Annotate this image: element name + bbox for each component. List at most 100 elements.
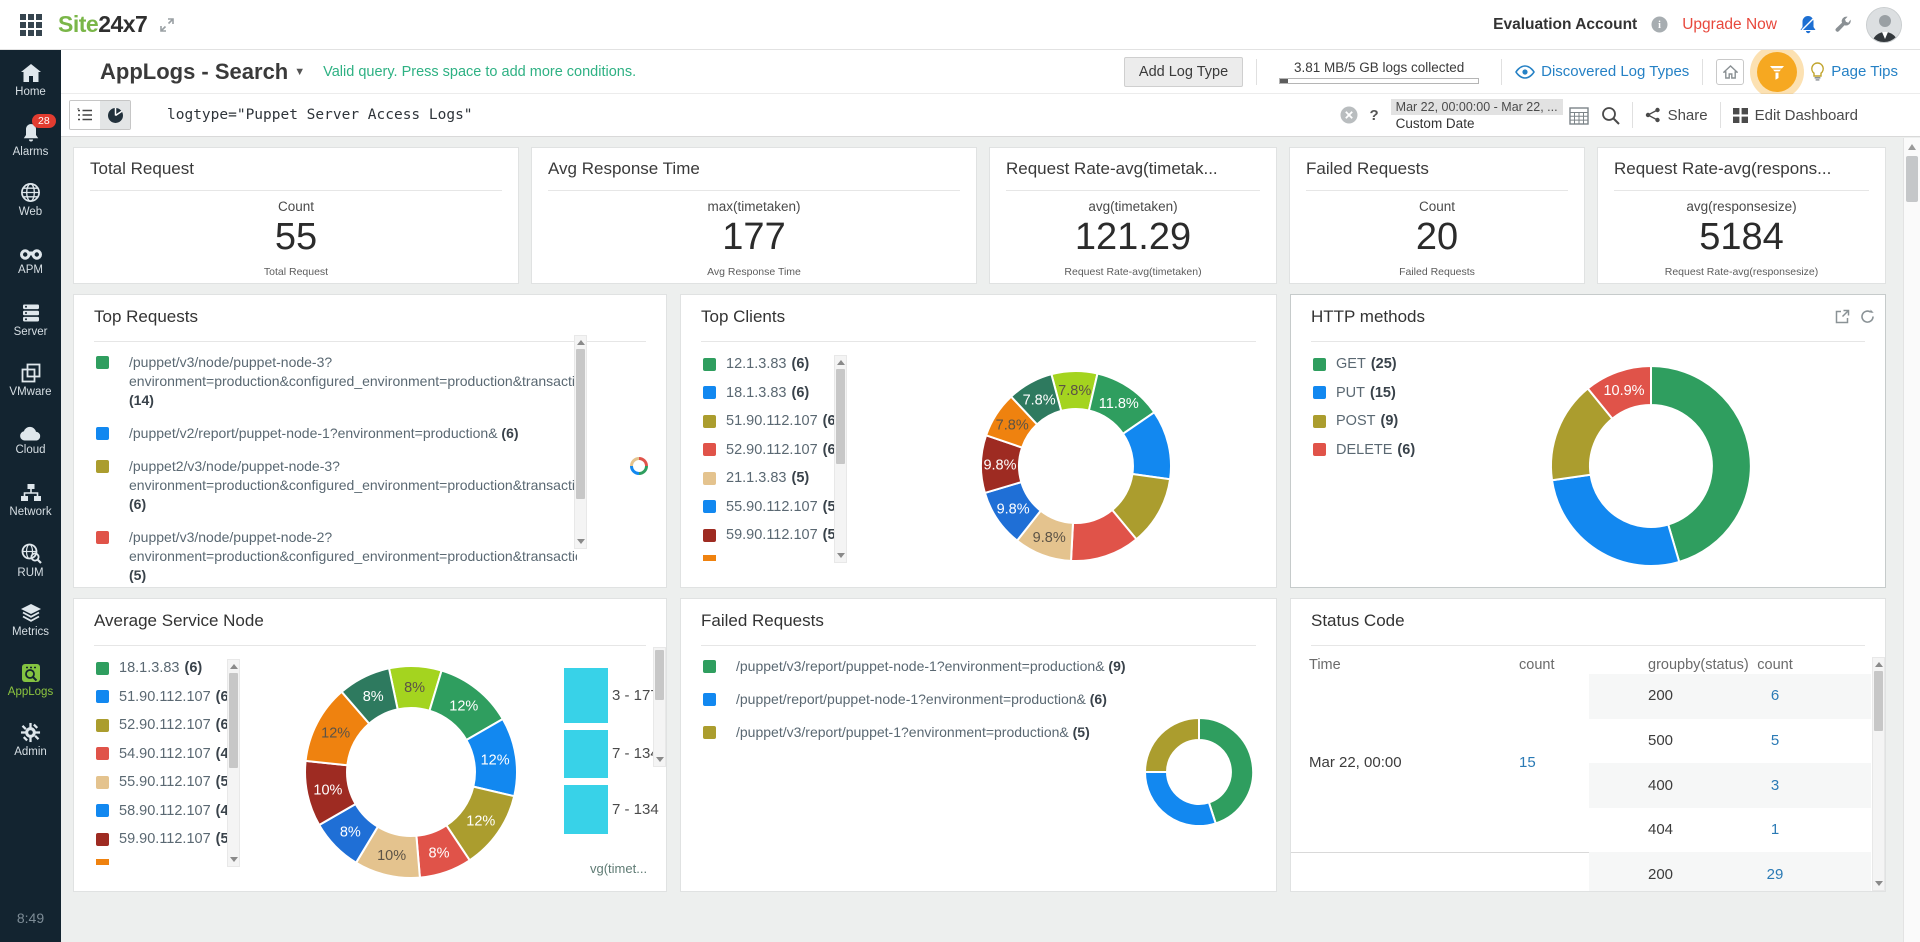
top-requests-scrollbar[interactable] <box>574 335 587 549</box>
rum-icon <box>20 542 42 564</box>
legend-count: (15) <box>1370 385 1396 401</box>
loading-spinner-icon <box>630 457 648 475</box>
sidebar-item-label: AppLogs <box>8 686 53 698</box>
status-count-link[interactable]: 29 <box>1753 866 1797 883</box>
failed_requests_donut <box>1134 707 1264 837</box>
sidebar-item-vmware[interactable]: VMware <box>0 350 61 410</box>
chart-legend: 12.1.3.83(6) 18.1.3.83 (6) 51.90.112.107(6)… <box>703 355 840 563</box>
bar[interactable] <box>564 785 608 834</box>
donut-segment[interactable] <box>1552 475 1679 566</box>
upgrade-now-link[interactable]: Upgrade Now <box>1682 16 1777 34</box>
widget-failed-requests: Failed Requests /puppet/v3/report/puppet… <box>680 598 1277 892</box>
legend-item[interactable]: 12.1.3.83(6) <box>703 355 840 373</box>
request-list-item[interactable]: /puppet/report/puppet-node-1?environment… <box>703 690 1126 709</box>
request-list-item[interactable]: /puppet/v3/node/puppet-node-3?environmen… <box>96 353 577 410</box>
sidebar-item-admin[interactable]: Admin <box>0 710 61 770</box>
filter-spotlight-icon[interactable] <box>1757 52 1797 92</box>
legend-label: 59.90.112.107 <box>726 527 818 543</box>
search-icon[interactable] <box>1601 106 1620 125</box>
table-column-header: groupby(status) <box>1648 657 1749 673</box>
donut-segment[interactable] <box>1145 718 1199 772</box>
legend-item[interactable]: 21.1.3.83(5) <box>703 469 840 487</box>
bar[interactable] <box>564 668 608 723</box>
field-list-icon[interactable]: * <box>70 101 100 129</box>
request-list-item[interactable]: /puppet/v2/report/puppet-node-1?environm… <box>96 424 577 443</box>
legend-item[interactable]: GET(25) <box>1313 355 1415 373</box>
title-dropdown-caret-icon[interactable]: ▼ <box>294 66 305 78</box>
legend-label: GET <box>1336 356 1366 372</box>
avg-service-node-chart-scrollbar[interactable] <box>653 647 666 767</box>
top-clients-legend-scrollbar[interactable] <box>834 355 847 563</box>
kpi-footer-label: Failed Requests <box>1290 266 1584 278</box>
add-log-type-button[interactable]: Add Log Type <box>1124 57 1243 87</box>
legend-item[interactable]: 59.90.112.107(5) <box>703 526 840 544</box>
legend-swatch <box>703 726 716 739</box>
refresh-widget-icon[interactable] <box>1860 309 1875 324</box>
apps-grid-icon[interactable] <box>20 14 42 36</box>
widget-status-code: Status CodeTimecountgroupby(status)count… <box>1290 598 1886 892</box>
sidebar-item-home[interactable]: Home <box>0 50 61 110</box>
svg-text:i: i <box>1658 20 1661 31</box>
legend-item[interactable]: 18.1.3.83 (6) <box>703 384 840 402</box>
widget-title: Top Clients <box>701 307 785 327</box>
sidebar-item-server[interactable]: Server <box>0 290 61 350</box>
sidebar-item-label: APM <box>18 264 43 276</box>
bar[interactable] <box>564 730 608 778</box>
kpi-metric-label: Count <box>1290 199 1584 214</box>
status-code-scrollbar[interactable] <box>1872 657 1885 891</box>
sidebar-item-applogs[interactable]: AppLogs <box>0 650 61 710</box>
sidebar-item-web[interactable]: Web <box>0 170 61 230</box>
legend-item[interactable]: 55.90.112.107(5) <box>703 498 840 516</box>
legend-item[interactable]: POST(9) <box>1313 412 1415 430</box>
sidebar-item-apm[interactable]: APM <box>0 230 61 290</box>
clear-query-icon[interactable] <box>1340 106 1358 124</box>
user-avatar[interactable] <box>1866 7 1902 43</box>
tools-wrench-icon[interactable] <box>1833 15 1852 34</box>
request-list-item[interactable]: /puppet/v3/report/puppet-node-1?environm… <box>703 657 1126 676</box>
discovered-log-types-link[interactable]: Discovered Log Types <box>1515 63 1689 80</box>
chart-view-pie-icon[interactable] <box>100 101 130 129</box>
sidebar-item-label: VMware <box>9 386 51 398</box>
table-count-link[interactable]: 15 <box>1519 754 1536 771</box>
share-button[interactable]: Share <box>1645 107 1708 124</box>
log-quota: 3.81 MB/5 GB logs collected <box>1270 60 1488 84</box>
search-query-input[interactable]: logtype="Puppet Server Access Logs" <box>167 107 1340 123</box>
topbar: Site24x7 Evaluation Account i Upgrade No… <box>0 0 1920 50</box>
sidebar-item-cloud[interactable]: Cloud <box>0 410 61 470</box>
page-scrollbar[interactable] <box>1903 138 1920 942</box>
status-count-link[interactable]: 5 <box>1753 732 1797 749</box>
sidebar-item-rum[interactable]: RUM <box>0 530 61 590</box>
legend-count: (5) <box>791 470 809 486</box>
legend-item[interactable]: DELETE(6) <box>1313 441 1415 459</box>
expand-icon[interactable] <box>159 17 175 33</box>
help-icon[interactable]: ? <box>1370 107 1379 124</box>
legend-count: (6) <box>791 356 809 372</box>
request-list-item[interactable]: /puppet/v3/report/puppet-1?environment=p… <box>703 723 1126 742</box>
notifications-bell-icon[interactable] <box>1797 14 1819 36</box>
sidebar-item-metrics[interactable]: Metrics <box>0 590 61 650</box>
export-widget-icon[interactable] <box>1835 309 1850 324</box>
legend-item[interactable] <box>703 555 840 561</box>
legend-item[interactable]: PUT(15) <box>1313 384 1415 402</box>
request-list-item[interactable]: /puppet2/v3/node/puppet-node-3?environme… <box>96 457 577 514</box>
page-tips-link[interactable]: Page Tips <box>1810 62 1898 81</box>
status-count-link[interactable]: 3 <box>1753 777 1797 794</box>
request-list-item[interactable]: /puppet/v3/node/puppet-node-2?environmen… <box>96 528 577 585</box>
dashboard-home-icon[interactable] <box>1716 59 1744 85</box>
vmware-icon <box>21 363 41 383</box>
sidebar-item-alarms[interactable]: Alarms28 <box>0 110 61 170</box>
legend-count: (6) <box>791 385 809 401</box>
site24x7-logo[interactable]: Site24x7 <box>58 11 147 38</box>
info-icon[interactable]: i <box>1651 16 1668 33</box>
status-count-link[interactable]: 6 <box>1753 687 1797 704</box>
legend-item[interactable]: 51.90.112.107(6) <box>703 412 840 430</box>
legend-swatch <box>1313 386 1326 399</box>
legend-label: 18.1.3.83 <box>726 385 786 401</box>
legend-item[interactable]: 52.90.112.107(6) <box>703 441 840 459</box>
donut-segment[interactable] <box>1145 772 1216 826</box>
date-range-picker[interactable]: Mar 22, 00:00:00 - Mar 22, ... Custom Da… <box>1391 99 1589 132</box>
sidebar-item-network[interactable]: Network <box>0 470 61 530</box>
edit-dashboard-button[interactable]: Edit Dashboard <box>1733 107 1858 124</box>
page-title[interactable]: AppLogs - Search <box>100 59 288 85</box>
status-count-link[interactable]: 1 <box>1753 821 1797 838</box>
